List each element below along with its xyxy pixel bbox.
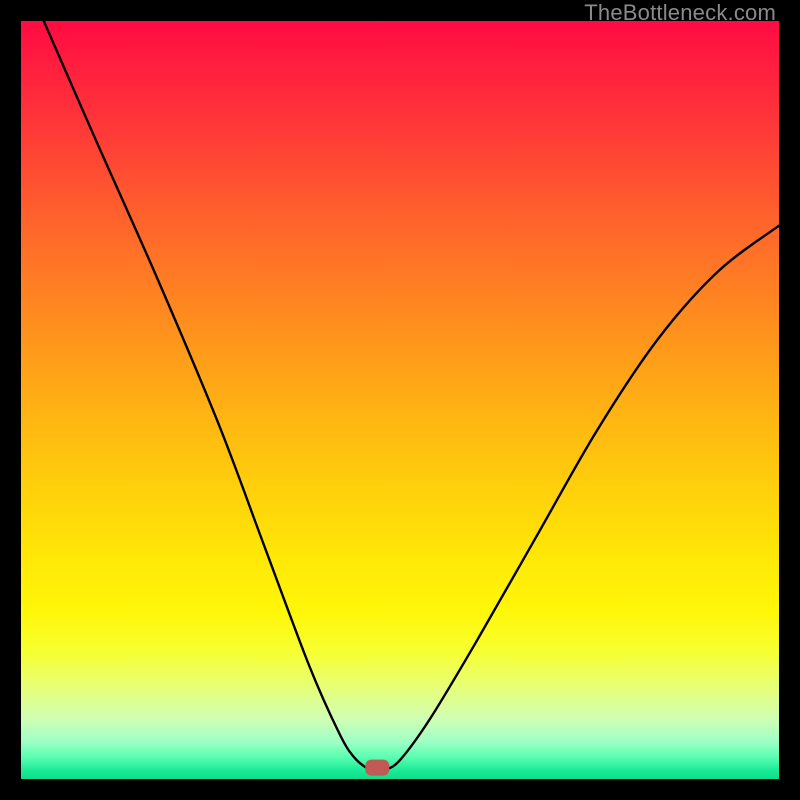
optimal-point-marker [365,760,389,776]
bottleneck-curve [44,21,779,772]
chart-canvas [21,21,779,779]
chart-plot-area [21,21,779,779]
watermark-text: TheBottleneck.com [584,0,776,26]
